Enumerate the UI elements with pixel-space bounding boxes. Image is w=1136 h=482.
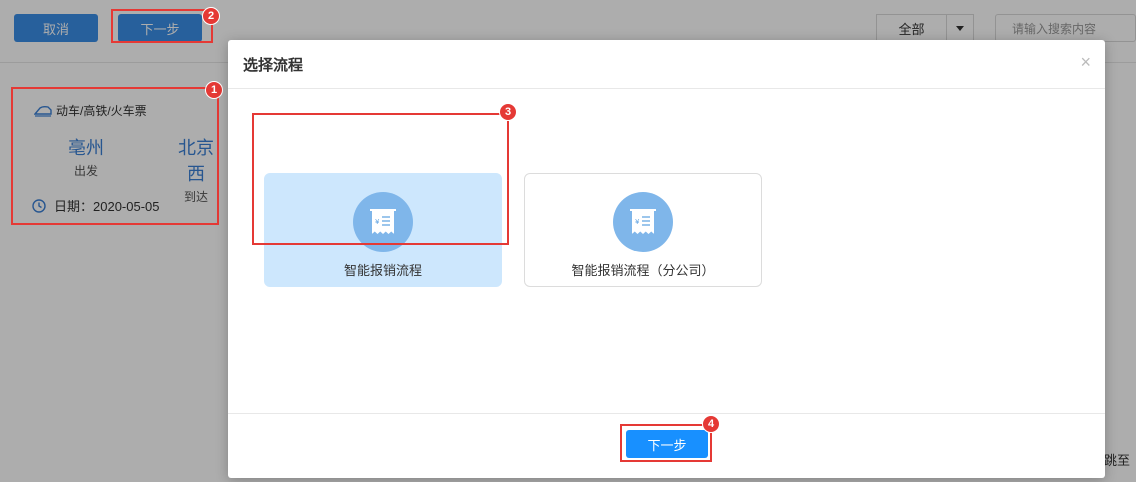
receipt-icon: ¥ (613, 192, 673, 252)
callout-number-4: 4 (702, 415, 720, 433)
callout-number-1: 1 (205, 81, 223, 99)
select-process-dialog: 选择流程 × ¥ 智能报销流程 ¥ 智能报销流程（分公司） 下一步 (228, 40, 1105, 478)
process-option-label: 智能报销流程 (343, 263, 422, 278)
receipt-icon: ¥ (353, 192, 413, 252)
process-option-label: 智能报销流程（分公司） (571, 263, 715, 278)
svg-text:¥: ¥ (635, 218, 640, 226)
process-option-branch-reimbursement[interactable]: ¥ 智能报销流程（分公司） (524, 173, 762, 287)
dialog-title: 选择流程 (243, 56, 304, 74)
dialog-next-step-button[interactable]: 下一步 (626, 430, 708, 458)
close-icon[interactable]: × (1080, 52, 1091, 73)
svg-text:¥: ¥ (375, 218, 380, 226)
dialog-header: 选择流程 × (228, 40, 1105, 89)
dialog-body: ¥ 智能报销流程 ¥ 智能报销流程（分公司） (228, 89, 1105, 413)
process-option-smart-reimbursement[interactable]: ¥ 智能报销流程 (264, 173, 502, 287)
dialog-footer: 下一步 (228, 413, 1105, 478)
callout-number-2: 2 (202, 7, 220, 25)
callout-number-3: 3 (499, 103, 517, 121)
